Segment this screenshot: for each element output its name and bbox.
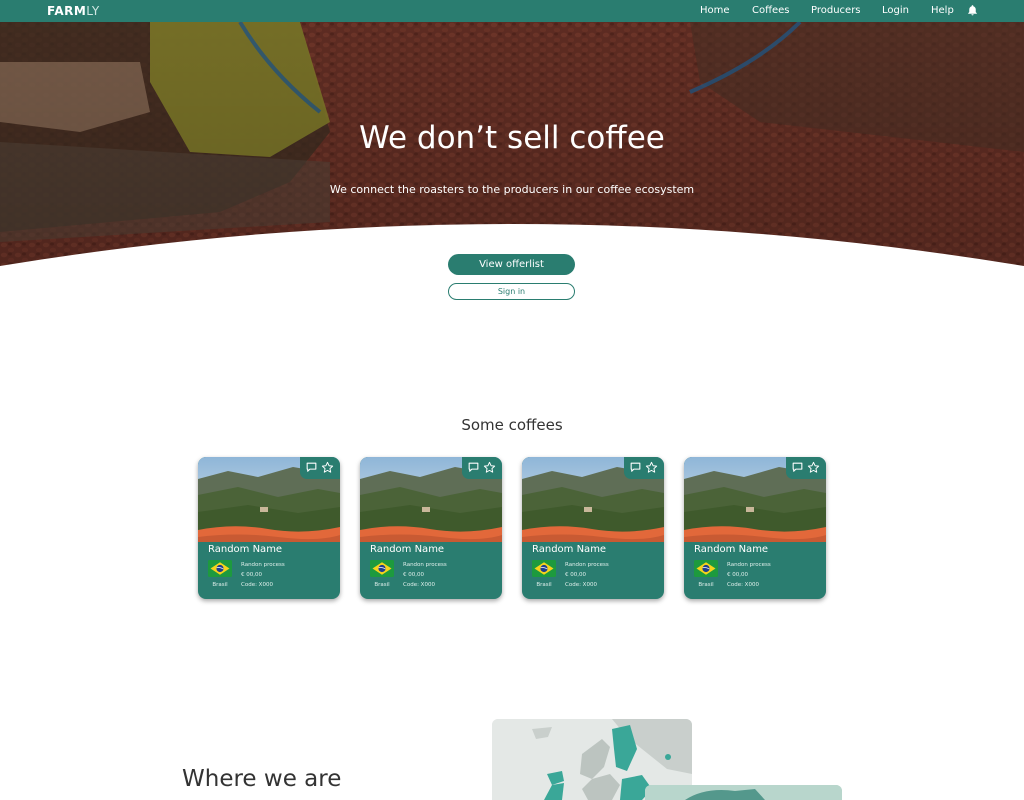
comment-icon[interactable] [791, 461, 804, 474]
secondary-map[interactable] [645, 785, 842, 800]
coffee-process: Randon process [727, 562, 771, 568]
top-navbar: FARMLY Home Coffees Producers Login Help [0, 0, 1024, 22]
hero-subtitle: We connect the roasters to the producers… [329, 183, 695, 196]
coffee-name: Random Name [694, 544, 769, 555]
brazil-flag-icon [694, 560, 718, 577]
coffee-process: Randon process [241, 562, 285, 568]
nav-home[interactable]: Home [700, 5, 730, 16]
coffee-price: € 00,00 [403, 572, 424, 578]
coffee-code: Code: X000 [403, 582, 435, 588]
card-actions [786, 457, 826, 479]
coffee-process: Randon process [403, 562, 447, 568]
coffee-country: Brasil [536, 582, 552, 588]
secondary-map-graphic [645, 785, 842, 800]
coffee-code: Code: X000 [241, 582, 273, 588]
logo[interactable]: FARMLY [47, 4, 100, 18]
coffee-country: Brasil [698, 582, 714, 588]
card-actions [462, 457, 502, 479]
nav-help[interactable]: Help [931, 5, 954, 16]
coffee-name: Random Name [208, 544, 283, 555]
card-actions [300, 457, 340, 479]
comment-icon[interactable] [629, 461, 642, 474]
logo-bold-text: FARM [47, 4, 87, 18]
bell-icon[interactable] [966, 4, 979, 17]
coffee-process: Randon process [565, 562, 609, 568]
coffee-code: Code: X000 [727, 582, 759, 588]
coffee-card[interactable]: Random Name Brasil Randon process € 00,00 Co… [684, 457, 826, 599]
coffee-card[interactable]: Random Name Brasil Randon process € 00,00 Co… [522, 457, 664, 599]
comment-icon[interactable] [305, 461, 318, 474]
coffee-price: € 00,00 [727, 572, 748, 578]
coffee-name: Random Name [532, 544, 607, 555]
hero-banner: We don’t sell coffee We connect the roas… [0, 22, 1024, 266]
coffee-country: Brasil [374, 582, 390, 588]
star-icon[interactable] [645, 461, 658, 474]
view-offerlist-button[interactable]: View offerlist [448, 254, 575, 275]
brazil-flag-icon [532, 560, 556, 577]
star-icon[interactable] [807, 461, 820, 474]
nav-login[interactable]: Login [882, 5, 909, 16]
logo-light-text: LY [86, 4, 100, 18]
star-icon[interactable] [321, 461, 334, 474]
coffee-code: Code: X000 [565, 582, 597, 588]
coffee-name: Random Name [370, 544, 445, 555]
coffee-price: € 00,00 [565, 572, 586, 578]
comment-icon[interactable] [467, 461, 480, 474]
section-title-coffees: Some coffees [461, 416, 563, 434]
section-title-where: Where we are [182, 766, 342, 792]
coffee-country: Brasil [212, 582, 228, 588]
coffee-price: € 00,00 [241, 572, 262, 578]
coffee-card[interactable]: Random Name Brasil Randon process € 00,00 Co… [198, 457, 340, 599]
brazil-flag-icon [370, 560, 394, 577]
brazil-flag-icon [208, 560, 232, 577]
nav-coffees[interactable]: Coffees [752, 5, 790, 16]
sign-in-button[interactable]: Sign in [448, 283, 575, 300]
star-icon[interactable] [483, 461, 496, 474]
nav-producers[interactable]: Producers [811, 5, 861, 16]
hero-title: We don’t sell coffee [359, 120, 665, 156]
card-actions [624, 457, 664, 479]
coffee-card[interactable]: Random Name Brasil Randon process € 00,00 Co… [360, 457, 502, 599]
